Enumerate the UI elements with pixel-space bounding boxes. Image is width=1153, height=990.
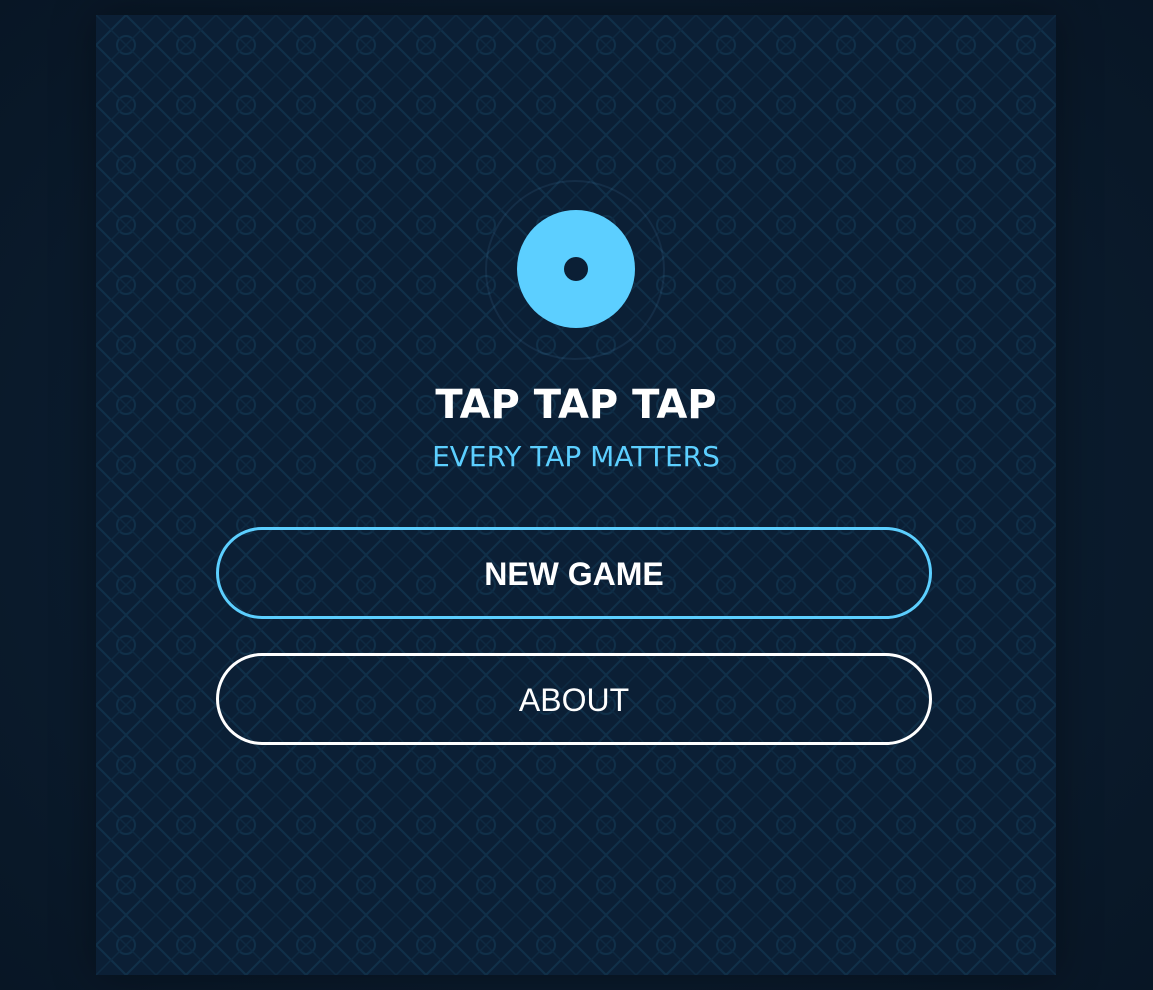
game-subtitle: EVERY TAP MATTERS: [432, 440, 720, 473]
new-game-button[interactable]: NEW GAME: [216, 527, 932, 619]
logo-center-dot: [564, 257, 588, 281]
about-button[interactable]: ABOUT: [216, 653, 932, 745]
logo-disc: [517, 210, 635, 328]
tap-target-icon: [485, 180, 665, 360]
background-pattern: [96, 15, 1056, 975]
game-title: TAP TAP TAP: [435, 382, 717, 428]
game-panel: TAP TAP TAP EVERY TAP MATTERS NEW GAME A…: [96, 15, 1056, 975]
